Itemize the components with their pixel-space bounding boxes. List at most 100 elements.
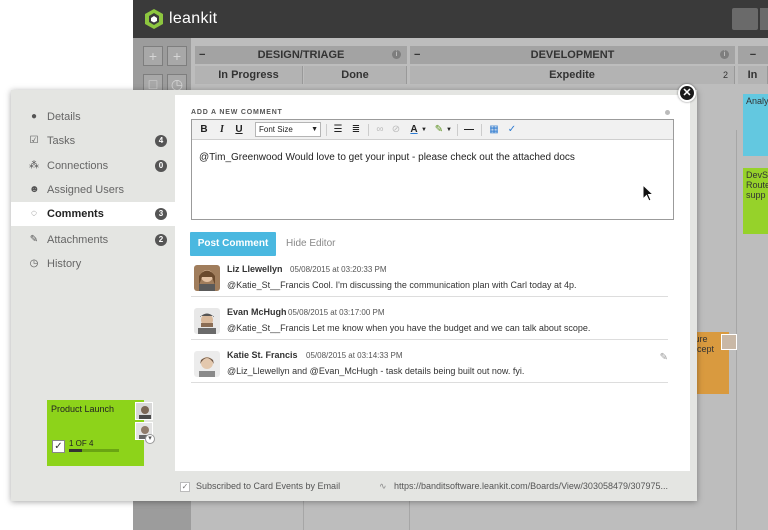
- font-size-value: Font Size: [259, 125, 293, 134]
- lane-title: DESIGN/TRIAGE: [257, 49, 345, 61]
- add-card-plus-icon[interactable]: +: [167, 46, 187, 66]
- add-lane-plus-icon[interactable]: +: [143, 46, 163, 66]
- toolbar-divider: [481, 124, 482, 136]
- task-checkbox-icon: ✓: [52, 440, 65, 453]
- source-code-icon[interactable]: ▦: [487, 123, 501, 137]
- count-badge: 0: [155, 160, 167, 172]
- comments-panel: ADD A NEW COMMENT B I U Font Size ▼ ☰ ≣ …: [175, 95, 690, 471]
- board-menu-button[interactable]: [760, 8, 768, 30]
- collapse-minus-icon[interactable]: −: [414, 46, 420, 64]
- bold-button[interactable]: B: [198, 123, 210, 137]
- card-text: DevS Route supp: [746, 170, 768, 200]
- toolbar-divider: [457, 124, 458, 136]
- card-text: Analy: [746, 96, 768, 106]
- screen: leankit + + □ ◷ − DESIGN/TRIAGE i − DEVE…: [0, 0, 768, 530]
- sidebar-item-details[interactable]: ● Details: [11, 105, 175, 129]
- lane-info-icon[interactable]: i: [392, 50, 401, 59]
- edit-pencil-icon[interactable]: ✎: [660, 352, 668, 363]
- unlink-icon[interactable]: ⊘: [389, 123, 403, 137]
- comment-author[interactable]: Liz Llewellyn: [227, 264, 283, 274]
- hide-editor-link[interactable]: Hide Editor: [286, 238, 335, 249]
- chevron-down-icon[interactable]: ▼: [421, 123, 427, 137]
- numbered-list-icon[interactable]: ≣: [349, 123, 363, 137]
- board-layout-button[interactable]: [732, 8, 758, 30]
- column-divider: [736, 130, 737, 530]
- lane-info-icon[interactable]: i: [720, 50, 729, 59]
- spellcheck-icon[interactable]: ✓: [505, 123, 519, 137]
- app-topbar: leankit: [133, 0, 768, 38]
- count-badge: 3: [155, 208, 167, 220]
- highlight-icon[interactable]: ✎: [432, 123, 446, 137]
- post-comment-button[interactable]: Post Comment: [190, 232, 276, 256]
- task-progress-fill: [69, 449, 82, 452]
- wip-count: 2: [722, 70, 728, 80]
- sidebar-item-attachments[interactable]: ✎ Attachments 2: [11, 228, 175, 252]
- comment-editor[interactable]: B I U Font Size ▼ ☰ ≣ ∞ ⊘ A ▼ ✎ ▼ — ▦ ✓ …: [191, 119, 674, 220]
- sublane-title: In Progress: [218, 69, 279, 81]
- sublane-done[interactable]: Done: [304, 66, 407, 84]
- font-size-select[interactable]: Font Size ▼: [255, 122, 321, 137]
- paperclip-icon: ✎: [29, 234, 39, 245]
- hierarchy-icon: ⁂: [29, 160, 39, 171]
- card-menu-chevron-icon[interactable]: ▾: [145, 434, 155, 444]
- chevron-down-icon[interactable]: ▼: [446, 123, 452, 137]
- comments-icon: ◌: [31, 208, 37, 219]
- comment-text[interactable]: @Tim_Greenwood Would love to get your in…: [199, 152, 575, 163]
- avatar: [194, 351, 220, 377]
- sublane-expedite[interactable]: Expedite 2: [410, 66, 735, 84]
- sidebar-item-comments[interactable]: ◌ Comments 3: [11, 202, 175, 226]
- sidebar-item-label: Details: [47, 111, 81, 123]
- close-modal-button[interactable]: ✕: [678, 84, 696, 102]
- sidebar-item-assigned-users[interactable]: ☻ Assigned Users: [11, 178, 175, 202]
- comment-author[interactable]: Katie St. Francis: [227, 350, 298, 360]
- board-card[interactable]: DevS Route supp: [743, 168, 768, 234]
- sidebar-item-tasks[interactable]: ☑ Tasks 4: [11, 129, 175, 153]
- editor-status-dot-icon: [665, 110, 670, 115]
- card-url[interactable]: https://banditsoftware.leankit.com/Board…: [394, 481, 692, 491]
- sublane-in-progress[interactable]: In Progress: [195, 66, 303, 84]
- underline-button[interactable]: U: [233, 123, 245, 137]
- comment-author[interactable]: Evan McHugh: [227, 307, 287, 317]
- link-icon[interactable]: ∞: [373, 123, 387, 137]
- sidebar-item-connections[interactable]: ⁂ Connections 0: [11, 154, 175, 178]
- italic-button[interactable]: I: [216, 123, 228, 137]
- subscribe-label: Subscribed to Card Events by Email: [196, 481, 341, 491]
- sidebar-item-label: Tasks: [47, 135, 76, 147]
- link-icon: ∿: [379, 481, 387, 491]
- board-card[interactable]: Analy: [743, 94, 768, 156]
- toolbar-divider: [368, 124, 369, 136]
- toolbar-divider: [326, 124, 327, 136]
- sidebar-item-label: Connections: [47, 160, 109, 172]
- board-card-avatar: [721, 334, 737, 350]
- card-title: Product Launch: [51, 404, 115, 414]
- comment-date: 05/08/2015 at 03:20:33 PM: [290, 265, 387, 274]
- horizontal-rule-icon[interactable]: —: [462, 123, 476, 137]
- lane-header-development[interactable]: − DEVELOPMENT i: [410, 46, 735, 64]
- comment-body: @Katie_St__Francis Cool. I'm discussing …: [227, 280, 577, 290]
- sidebar-item-history[interactable]: ◷ History: [11, 252, 175, 276]
- task-progress-label: 1 OF 4: [69, 439, 94, 448]
- comment-body: @Katie_St__Francis Let me know when you …: [227, 323, 591, 333]
- card-preview[interactable]: Product Launch ✓ 1 OF 4: [47, 400, 144, 466]
- comment-body: @Liz_Llewellyn and @Evan_McHugh - task d…: [227, 366, 525, 376]
- subscribe-checkbox[interactable]: ✓: [180, 482, 190, 492]
- clock-icon: ◷: [29, 258, 39, 269]
- comment-date: 05/08/2015 at 03:14:33 PM: [306, 351, 403, 360]
- lane-header-next[interactable]: −: [738, 46, 768, 64]
- close-icon: ✕: [682, 87, 692, 99]
- checkbox-icon: ☑: [29, 135, 39, 146]
- comment-item: Liz Llewellyn 05/08/2015 at 03:20:33 PM …: [191, 261, 668, 297]
- text-color-icon[interactable]: A: [407, 123, 421, 137]
- sidebar-item-label: Assigned Users: [47, 184, 125, 196]
- comment-date: 05/08/2015 at 03:17:00 PM: [288, 308, 385, 317]
- users-icon: ☻: [29, 184, 40, 195]
- mouse-pointer-icon: [642, 184, 654, 202]
- add-comment-label: ADD A NEW COMMENT: [191, 109, 283, 116]
- sublane-title: Done: [341, 69, 369, 81]
- sublane-next[interactable]: In: [738, 66, 768, 84]
- lane-header-design-triage[interactable]: − DESIGN/TRIAGE i: [195, 46, 407, 64]
- sidebar-item-label: Attachments: [47, 234, 109, 246]
- leankit-logo-icon: [145, 9, 163, 29]
- collapse-minus-icon[interactable]: −: [199, 46, 205, 64]
- bullet-list-icon[interactable]: ☰: [331, 123, 345, 137]
